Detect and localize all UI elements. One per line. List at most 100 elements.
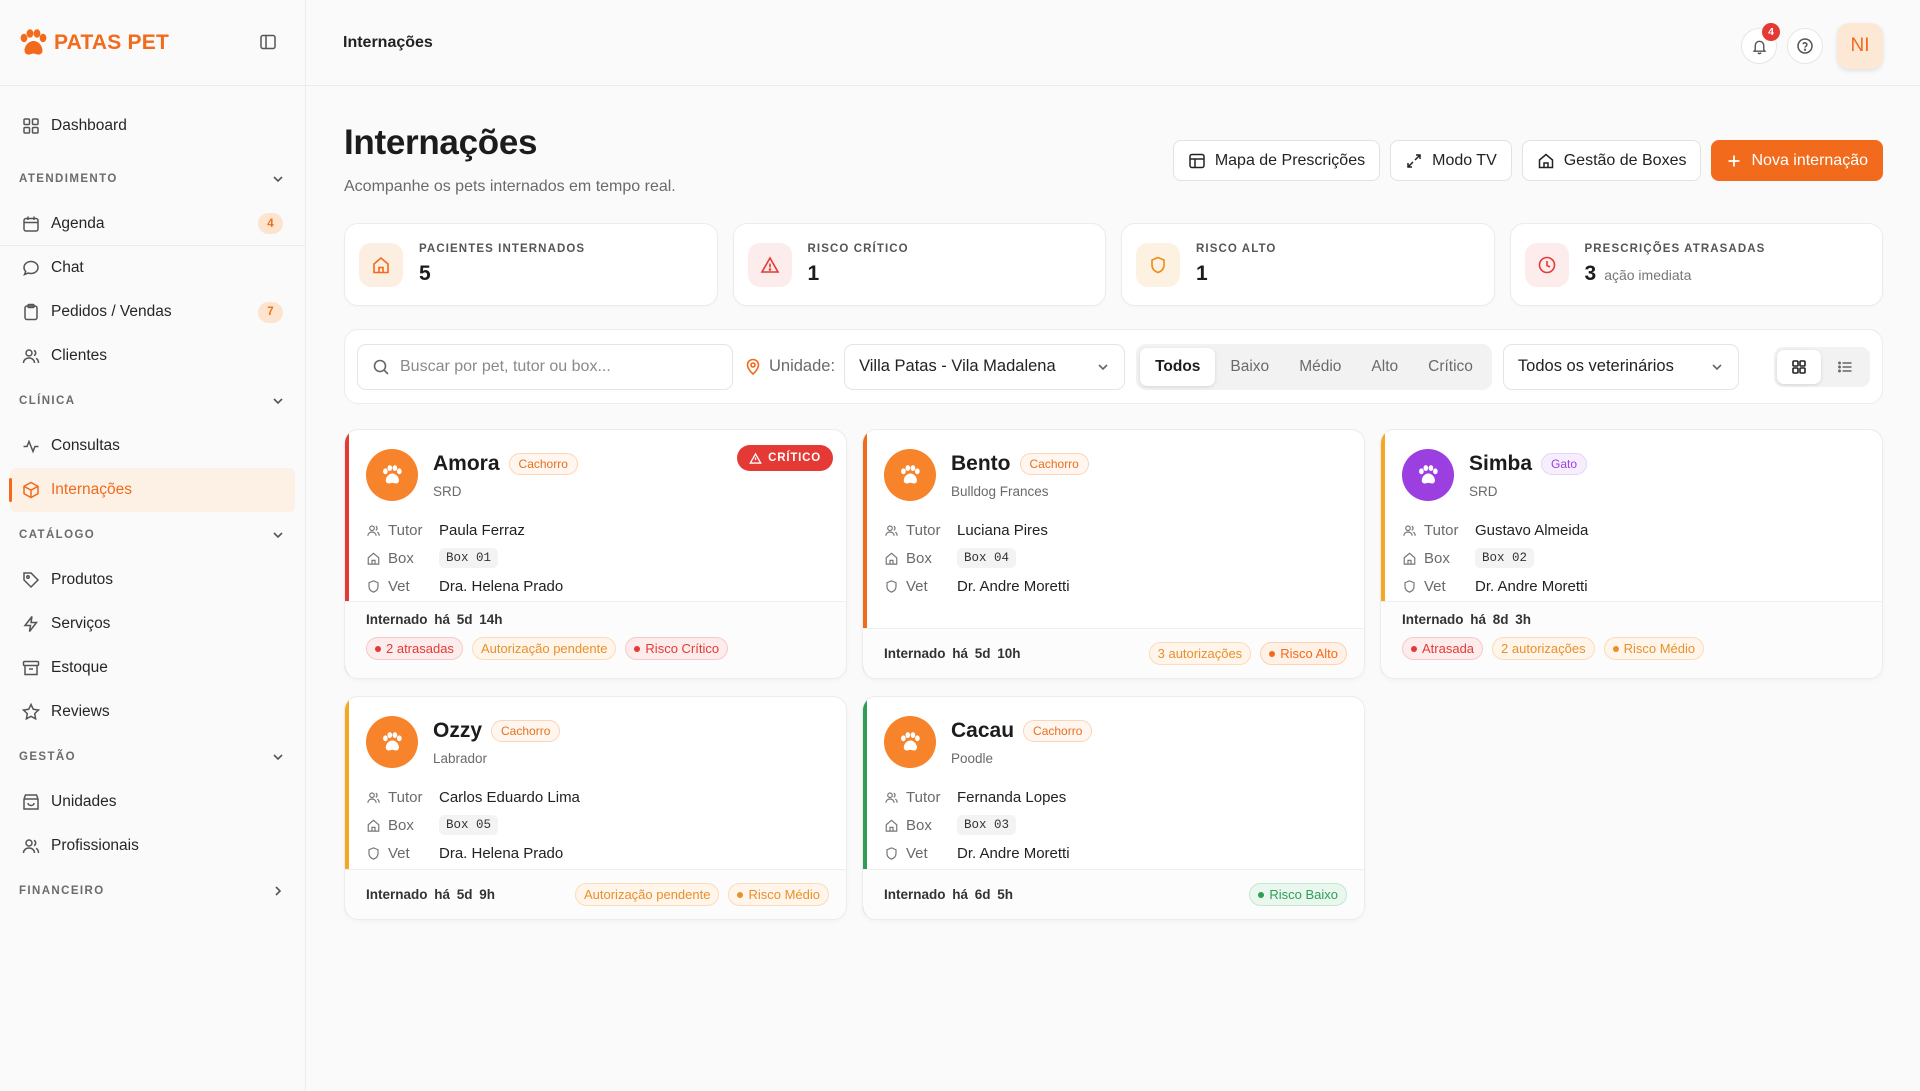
search-icon (372, 358, 390, 376)
unit-filter-label: Unidade: (744, 357, 835, 376)
pet-name: Simba (1469, 452, 1533, 475)
authorization-pill: 3 autorizações (1148, 642, 1252, 665)
search-input[interactable] (400, 357, 700, 376)
tv-mode-button[interactable]: Modo TV (1390, 140, 1512, 181)
stat-value: 3 (1584, 262, 1597, 285)
paw-icon (1402, 449, 1454, 501)
hospitalized-duration: Internado há 5d 10h (884, 646, 1021, 661)
patient-card-amora[interactable]: Amora Cachorro SRD CRÍTICO Tutor Paula Fer… (344, 429, 847, 679)
risk-tab-todos[interactable]: Todos (1140, 347, 1216, 386)
star-icon (21, 702, 41, 722)
list-icon (1823, 350, 1867, 384)
patient-card-simba[interactable]: Simba Gato SRD Tutor Gustavo Almeida Box Bo… (1380, 429, 1883, 679)
section-gestao[interactable]: GESTÃO (0, 734, 305, 780)
users-icon (366, 790, 381, 805)
species-tag: Cachorro (508, 453, 578, 475)
home-icon (366, 818, 381, 833)
sidebar-item-consultas[interactable]: Consultas (0, 424, 305, 468)
sidebar-item-label: Clientes (51, 347, 107, 364)
sidebar-item-dashboard[interactable]: Dashboard (0, 104, 305, 148)
sidebar-item-reviews[interactable]: Reviews (0, 690, 305, 734)
risk-filter-tabs: Todos Baixo Médio Alto Crítico (1136, 343, 1492, 390)
sidebar-item-unidades[interactable]: Unidades (0, 780, 305, 824)
vet-select[interactable]: Todos os veterinários (1502, 343, 1739, 390)
section-financeiro[interactable]: FINANCEIRO (0, 868, 305, 914)
risk-pill: Risco Médio (728, 883, 829, 906)
sidebar-item-profissionais[interactable]: Profissionais (0, 824, 305, 868)
risk-tab-baixo[interactable]: Baixo (1215, 348, 1284, 386)
list-view-button[interactable] (1823, 350, 1867, 384)
grid-view-button[interactable] (1777, 349, 1821, 384)
vet-name: Dr. Andre Moretti (957, 844, 1070, 862)
section-atendimento[interactable]: ATENDIMENTO (0, 156, 305, 202)
expand-icon (1405, 152, 1423, 170)
users-icon (21, 346, 41, 366)
pill-text: Risco Médio (1623, 641, 1696, 656)
users-icon (884, 790, 899, 805)
risk-tab-alto[interactable]: Alto (1356, 348, 1413, 386)
pet-breed: Bulldog Frances (951, 484, 1049, 499)
pedidos-count-badge: 7 (258, 301, 283, 323)
sidebar-item-clientes[interactable]: Clientes (0, 334, 305, 378)
patient-card-cacau[interactable]: Cacau Cachorro Poodle Tutor Fernanda Lopes… (862, 696, 1365, 920)
sidebar-item-servicos[interactable]: Serviços (0, 602, 305, 646)
late-prescriptions-pill: 2 atrasadas (366, 637, 463, 660)
new-hospitalization-button[interactable]: Nova internação (1711, 140, 1883, 181)
paw-icon (366, 716, 418, 768)
help-button[interactable] (1787, 28, 1823, 64)
pill-text: Risco Alto (1280, 646, 1338, 661)
breadcrumb: Internações (343, 33, 433, 51)
sidebar-item-chat[interactable]: Chat (0, 246, 305, 290)
section-clinica[interactable]: CLÍNICA (0, 378, 305, 424)
risk-tab-critico[interactable]: Crítico (1413, 348, 1488, 386)
pet-breed: Poodle (951, 751, 994, 766)
sidebar-item-estoque[interactable]: Estoque (0, 646, 305, 690)
bell-icon (1751, 38, 1768, 55)
risk-pill: Risco Crítico (625, 637, 729, 660)
chevron-down-icon (271, 394, 285, 408)
tutor-label: Tutor (388, 788, 423, 806)
sidebar-item-label: Profissionais (51, 837, 139, 854)
sidebar-item-pedidos-vendas[interactable]: Pedidos / Vendas 7 (0, 290, 305, 334)
shield-icon (1402, 579, 1417, 594)
patient-details: Tutor Luciana Pires Box Box 04 Vet Dr. Andr… (884, 516, 1070, 600)
view-toggle (1774, 346, 1870, 387)
vet-name: Dra. Helena Prado (439, 577, 564, 595)
pet-breed: SRD (433, 484, 462, 499)
sidebar: PATAS PET Dashboard ATENDIMENTO Agenda 4 (0, 0, 306, 1091)
unit-select[interactable]: Villa Patas - Vila Madalena (844, 343, 1126, 390)
sidebar-item-agenda[interactable]: Agenda 4 (0, 202, 305, 246)
tutor-label: Tutor (906, 521, 941, 539)
sidebar-toggle-icon[interactable] (259, 33, 277, 51)
section-catalogo[interactable]: CATÁLOGO (0, 512, 305, 558)
box-number: Box 04 (957, 548, 1017, 568)
card-footer: Internado há 8d 3h Atrasada 2 autorizaçõ… (1381, 601, 1882, 678)
tutor-name: Paula Ferraz (439, 521, 525, 539)
store-icon (21, 792, 41, 812)
top-actions: 4 NI (1741, 23, 1883, 69)
authorization-pill: Autorização pendente (574, 883, 720, 906)
patient-card-bento[interactable]: Bento Cachorro Bulldog Frances Tutor Lucia… (862, 429, 1365, 679)
box-label: Box (906, 549, 932, 567)
risk-tab-medio[interactable]: Médio (1284, 348, 1356, 386)
filter-bar: Unidade: Villa Patas - Vila Madalena Tod… (344, 329, 1883, 404)
patient-card-ozzy[interactable]: Ozzy Cachorro Labrador Tutor Carlos Eduard… (344, 696, 847, 920)
vet-name: Dra. Helena Prado (439, 844, 564, 862)
sidebar-item-internacoes[interactable]: Internações (9, 468, 295, 512)
stat-card-late-prescriptions: PRESCRIÇÕES ATRASADAS 3 ação imediata (1509, 223, 1883, 306)
sidebar-item-produtos[interactable]: Produtos (0, 558, 305, 602)
prescription-map-button[interactable]: Mapa de Prescrições (1172, 140, 1381, 181)
box-management-button[interactable]: Gestão de Boxes (1521, 140, 1702, 181)
notifications-button[interactable]: 4 (1741, 23, 1780, 64)
users-icon (366, 523, 381, 538)
hospitalized-duration: Internado há 6d 5h (884, 887, 1014, 902)
tutor-label: Tutor (1424, 521, 1459, 539)
sidebar-item-label: Produtos (51, 571, 114, 588)
stat-value: 5 (419, 262, 431, 285)
user-avatar[interactable]: NI (1837, 23, 1883, 69)
box-label: Box (388, 816, 414, 834)
search-box (357, 343, 733, 390)
stat-value: 1 (1196, 262, 1208, 285)
vet-label: Vet (1424, 577, 1446, 595)
users-icon (884, 523, 899, 538)
